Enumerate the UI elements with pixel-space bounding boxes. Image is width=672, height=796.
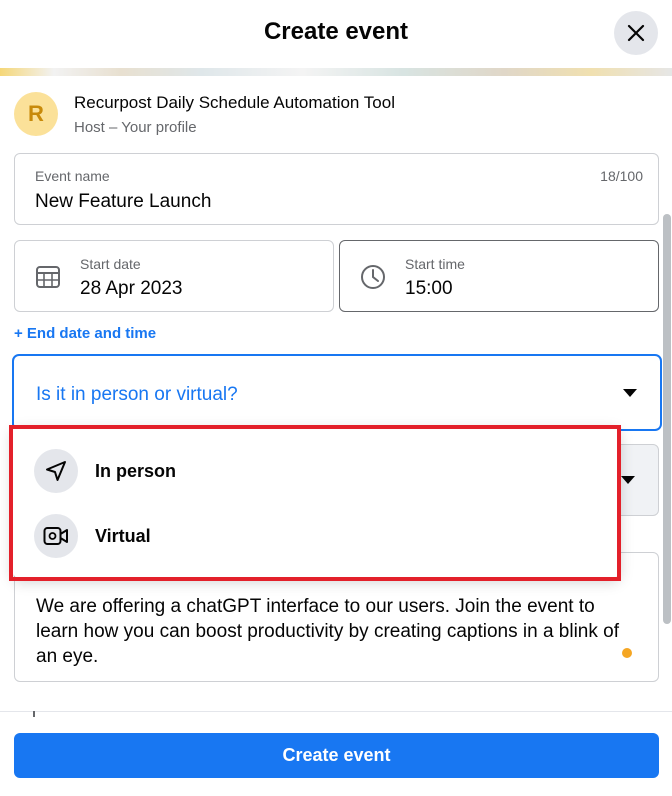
clock-icon [361, 265, 385, 289]
char-count: 18/100 [600, 168, 643, 184]
event-name-label: Event name [35, 168, 110, 184]
event-name-field[interactable]: Event name 18/100 New Feature Launch [14, 153, 659, 225]
host-name: Recurpost Daily Schedule Automation Tool [74, 93, 395, 112]
calendar-icon [36, 266, 60, 288]
description-text: We are offering a chatGPT interface to o… [36, 596, 619, 667]
footer-tick [33, 711, 35, 717]
option-in-person[interactable]: In person [22, 442, 612, 502]
start-date-field[interactable]: Start date 28 Apr 2023 [14, 240, 334, 312]
avatar: R [14, 92, 58, 136]
dialog-title: Create event [263, 18, 409, 45]
close-icon [627, 24, 645, 42]
start-time-label: Start time [405, 256, 465, 272]
host-info: R Recurpost Daily Schedule Automation To… [14, 88, 614, 144]
venue-type-dropdown: In person Virtual [12, 426, 620, 578]
navigation-arrow-icon [34, 449, 78, 493]
close-button[interactable] [614, 11, 658, 55]
start-date-label: Start date [80, 256, 141, 272]
start-time-field[interactable]: Start time 15:00 [339, 240, 659, 312]
event-name-value: New Feature Launch [35, 191, 212, 212]
host-role: Host – Your profile [74, 119, 197, 136]
venue-type-select[interactable]: Is it in person or virtual? [12, 354, 662, 431]
option-virtual-label: Virtual [95, 526, 151, 546]
scrollbar-thumb[interactable] [663, 214, 671, 624]
start-date-value: 28 Apr 2023 [80, 278, 183, 299]
create-event-button[interactable]: Create event [14, 733, 659, 778]
caret-down-icon [621, 476, 635, 484]
option-virtual[interactable]: Virtual [22, 507, 612, 567]
dialog-header: Create event [0, 0, 672, 68]
footer-divider [0, 711, 672, 712]
end-date-time-link[interactable]: + End date and time [14, 325, 156, 342]
option-in-person-label: In person [95, 461, 177, 481]
start-time-value: 15:00 [405, 278, 453, 299]
cover-image-strip [0, 68, 672, 76]
video-camera-icon [34, 514, 78, 558]
venue-type-placeholder: Is it in person or virtual? [36, 384, 238, 405]
grammar-indicator-dot [622, 648, 632, 658]
caret-down-icon [623, 389, 637, 397]
